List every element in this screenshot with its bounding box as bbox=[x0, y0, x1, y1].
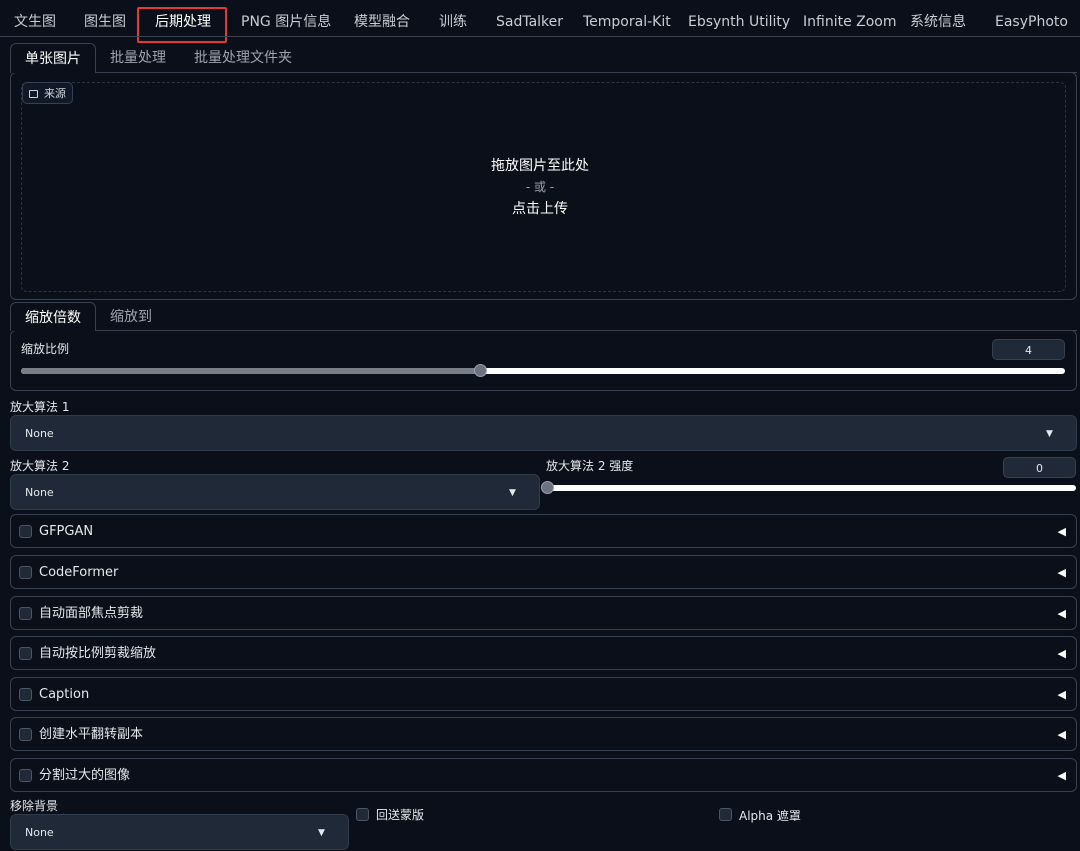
top-tab-bar: 文生图 图生图 后期处理 PNG 图片信息 模型融合 训练 SadTalker … bbox=[0, 0, 1080, 44]
upscaler2-strength-slider-thumb[interactable] bbox=[541, 481, 554, 494]
split-oversized-checkbox[interactable] bbox=[19, 769, 32, 782]
collapse-triangle-icon[interactable]: ◀ bbox=[1058, 597, 1066, 631]
resize-slider-fill bbox=[21, 368, 481, 374]
tab-png-info[interactable]: PNG 图片信息 bbox=[241, 0, 331, 44]
resize-label: 缩放比例 bbox=[21, 342, 70, 356]
auto-focal-crop-checkbox[interactable] bbox=[19, 607, 32, 620]
tab-infinite-zoom[interactable]: Infinite Zoom bbox=[803, 0, 897, 44]
scale-tab-divider bbox=[10, 330, 1077, 331]
alpha-matting-label: Alpha 遮罩 bbox=[739, 809, 801, 823]
upscaler2-strength-input[interactable]: 0 bbox=[1003, 457, 1076, 478]
collapse-triangle-icon[interactable]: ◀ bbox=[1058, 718, 1066, 752]
collapse-triangle-icon[interactable]: ◀ bbox=[1058, 759, 1066, 793]
accordion-label: CodeFormer bbox=[39, 565, 119, 580]
tab-train[interactable]: 训练 bbox=[439, 0, 467, 44]
accordion-label: GFPGAN bbox=[39, 524, 94, 539]
tab-txt2img[interactable]: 文生图 bbox=[14, 0, 56, 44]
drop-hint-text: 拖放图片至此处 bbox=[491, 158, 589, 174]
collapse-triangle-icon[interactable]: ◀ bbox=[1058, 678, 1066, 712]
flip-copy-checkbox[interactable] bbox=[19, 728, 32, 741]
chevron-down-icon: ▼ bbox=[318, 828, 325, 838]
resize-value-input[interactable]: 4 bbox=[992, 339, 1065, 360]
accordion-label: 创建水平翻转副本 bbox=[39, 727, 144, 742]
upscaler2-strength-slider-track[interactable] bbox=[547, 485, 1076, 491]
upscaler2-value: None bbox=[25, 486, 54, 499]
accordion-gfpgan[interactable]: GFPGAN ◀ bbox=[10, 514, 1077, 548]
source-label: 来源 bbox=[22, 82, 73, 104]
accordion-label: 自动面部焦点剪裁 bbox=[39, 606, 144, 621]
caption-checkbox[interactable] bbox=[19, 688, 32, 701]
collapse-triangle-icon[interactable]: ◀ bbox=[1058, 637, 1066, 671]
tab-ebsynth-utility[interactable]: Ebsynth Utility bbox=[688, 0, 790, 44]
tab-scale-to[interactable]: 缩放到 bbox=[110, 302, 152, 332]
upscaler2-select[interactable]: None ▼ bbox=[10, 474, 540, 510]
subtab-batch-folder[interactable]: 批量处理文件夹 bbox=[194, 43, 292, 73]
auto-sized-crop-checkbox[interactable] bbox=[19, 647, 32, 660]
gfpgan-checkbox[interactable] bbox=[19, 525, 32, 538]
alpha-matting-checkbox[interactable] bbox=[719, 808, 732, 821]
subtab-single-image[interactable]: 单张图片 bbox=[10, 43, 96, 73]
upscaler1-value: None bbox=[25, 427, 54, 440]
remove-bg-select[interactable]: None ▼ bbox=[10, 814, 349, 850]
upscaler1-label: 放大算法 1 bbox=[10, 400, 70, 414]
return-mask-checkbox[interactable] bbox=[356, 808, 369, 821]
tab-divider bbox=[0, 36, 1080, 37]
collapse-triangle-icon[interactable]: ◀ bbox=[1058, 515, 1066, 549]
upscaler2-strength-label: 放大算法 2 强度 bbox=[546, 459, 634, 473]
tab-easyphoto[interactable]: EasyPhoto bbox=[995, 0, 1068, 44]
codeformer-checkbox[interactable] bbox=[19, 566, 32, 579]
accordion-auto-sized-crop[interactable]: 自动按比例剪裁缩放 ◀ bbox=[10, 636, 1077, 670]
accordion-label: 自动按比例剪裁缩放 bbox=[39, 646, 157, 661]
upscaler1-select[interactable]: None ▼ bbox=[10, 415, 1077, 451]
accordion-label: Caption bbox=[39, 687, 90, 702]
active-tab-highlight bbox=[137, 7, 227, 43]
tab-scale-by[interactable]: 缩放倍数 bbox=[10, 302, 96, 331]
source-label-text: 来源 bbox=[44, 87, 66, 100]
tab-temporal-kit[interactable]: Temporal-Kit bbox=[583, 0, 671, 44]
accordion-split-oversized[interactable]: 分割过大的图像 ◀ bbox=[10, 758, 1077, 792]
return-mask-label: 回送蒙版 bbox=[376, 808, 425, 822]
collapse-triangle-icon[interactable]: ◀ bbox=[1058, 556, 1066, 590]
accordion-label: 分割过大的图像 bbox=[39, 768, 131, 783]
upscaler2-label: 放大算法 2 bbox=[10, 459, 70, 473]
image-icon bbox=[29, 90, 38, 98]
resize-slider-track[interactable] bbox=[21, 368, 1065, 374]
subtab-divider bbox=[10, 72, 1077, 73]
chevron-down-icon: ▼ bbox=[509, 488, 516, 498]
tab-checkpoint-merger[interactable]: 模型融合 bbox=[354, 0, 410, 44]
drop-hint-or: - 或 - bbox=[525, 180, 555, 194]
accordion-caption[interactable]: Caption ◀ bbox=[10, 677, 1077, 711]
accordion-auto-focal-crop[interactable]: 自动面部焦点剪裁 ◀ bbox=[10, 596, 1077, 630]
remove-bg-value: None bbox=[25, 826, 54, 839]
accordion-flip-copy[interactable]: 创建水平翻转副本 ◀ bbox=[10, 717, 1077, 751]
remove-bg-label: 移除背景 bbox=[10, 799, 59, 813]
chevron-down-icon: ▼ bbox=[1046, 429, 1053, 439]
tab-system-info[interactable]: 系统信息 bbox=[910, 0, 966, 44]
tab-img2img[interactable]: 图生图 bbox=[84, 0, 126, 44]
subtab-batch-process[interactable]: 批量处理 bbox=[110, 43, 166, 73]
click-upload-text[interactable]: 点击上传 bbox=[0, 198, 1080, 218]
scale-panel bbox=[10, 330, 1077, 391]
accordion-codeformer[interactable]: CodeFormer ◀ bbox=[10, 555, 1077, 589]
tab-sadtalker[interactable]: SadTalker bbox=[496, 0, 563, 44]
